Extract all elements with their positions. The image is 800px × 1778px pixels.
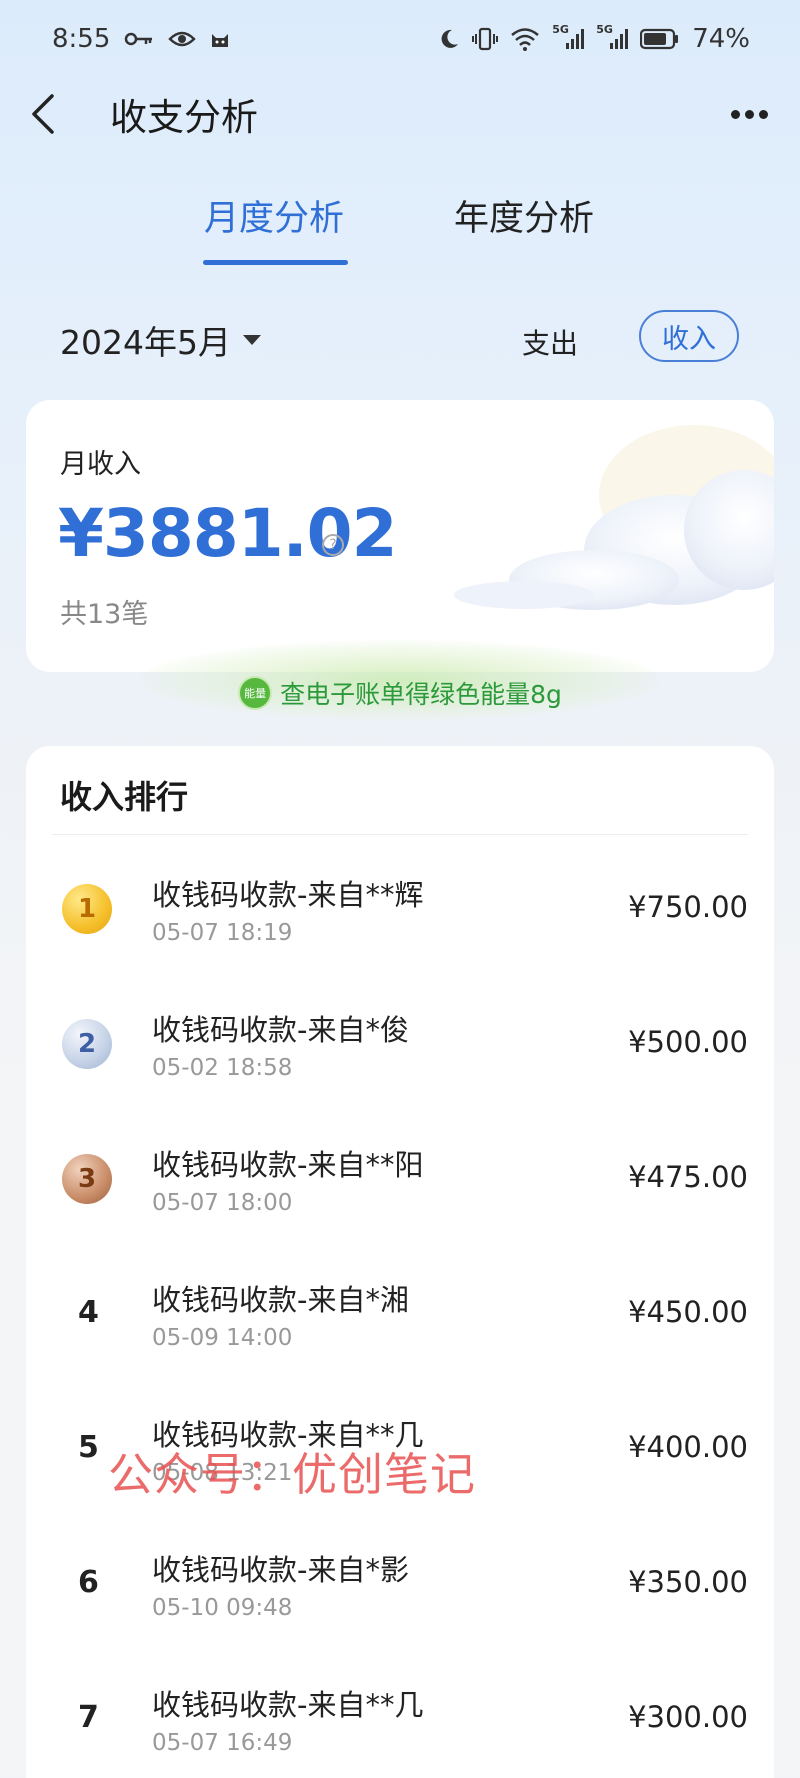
status-right: 5G 5G 74%: [438, 23, 750, 54]
month-selector[interactable]: 2024年5月: [60, 316, 261, 364]
status-left: 8:55: [52, 24, 230, 54]
row-amount: ¥475.00: [628, 1160, 748, 1194]
row-title: 收钱码收款-来自*影: [152, 1553, 409, 1587]
row-time: 05-02 18:58: [152, 1055, 293, 1081]
cat-icon: [210, 29, 230, 49]
row-title: 收钱码收款-来自**辉: [152, 878, 424, 912]
rank-number: 6: [78, 1565, 99, 1600]
transaction-count: 共13笔: [60, 599, 149, 630]
caret-down-icon: [242, 335, 261, 345]
signal-icon-2: 5G: [596, 23, 629, 51]
ranking-row[interactable]: 1 收钱码收款-来自**辉 05-07 18:19 ¥750.00: [26, 854, 774, 989]
expense-toggle[interactable]: 支出: [522, 322, 578, 362]
ranking-title: 收入排行: [60, 778, 189, 816]
month-label: 2024年5月: [60, 323, 231, 362]
summary-amount: ¥3881.02: [58, 495, 398, 572]
analysis-tabs: 月度分析 年度分析: [0, 182, 800, 272]
silver-medal-icon: 2: [62, 1019, 112, 1069]
back-button[interactable]: [28, 89, 68, 139]
more-dot-icon: [731, 109, 740, 119]
income-ranking-card: 收入排行 1 收钱码收款-来自**辉 05-07 18:19 ¥750.00 2…: [26, 746, 774, 1778]
watermark-text: 公众号：优创笔记: [108, 1448, 477, 1501]
more-options-button[interactable]: [727, 100, 772, 129]
network-type-2: 5G: [596, 23, 613, 36]
wifi-icon: [510, 27, 540, 51]
help-icon[interactable]: ?: [322, 534, 344, 556]
ranking-divider: [52, 834, 748, 835]
more-dot-icon: [759, 109, 768, 119]
ranking-row[interactable]: 2 收钱码收款-来自*俊 05-02 18:58 ¥500.00: [26, 989, 774, 1124]
tab-yearly[interactable]: 年度分析: [454, 190, 594, 241]
row-time: 05-09 14:00: [152, 1325, 293, 1351]
ranking-row[interactable]: 3 收钱码收款-来自**阳 05-07 18:00 ¥475.00: [26, 1124, 774, 1259]
page-title: 收支分析: [110, 96, 258, 139]
battery-icon: [640, 28, 680, 50]
gold-medal-icon: 1: [62, 884, 112, 934]
summary-label: 月收入: [60, 449, 141, 480]
energy-badge-icon: 能量: [238, 676, 273, 710]
ranking-row[interactable]: 6 收钱码收款-来自*影 05-10 09:48 ¥350.00: [26, 1529, 774, 1664]
vibrate-icon: [472, 27, 499, 51]
row-title: 收钱码收款-来自**几: [152, 1688, 424, 1722]
green-energy-banner[interactable]: 能量 查电子账单得绿色能量8g: [0, 672, 800, 714]
ranking-row[interactable]: 7 收钱码收款-来自**几 05-07 16:49 ¥300.00: [26, 1664, 774, 1778]
network-type-1: 5G: [552, 23, 569, 36]
row-amount: ¥500.00: [628, 1025, 748, 1059]
monthly-income-card: 月收入 ¥3881.02 ? 共13笔: [26, 400, 774, 672]
rank-number: 4: [78, 1295, 99, 1330]
row-time: 05-07 18:19: [152, 920, 293, 946]
row-time: 05-07 16:49: [152, 1730, 293, 1756]
income-toggle[interactable]: 收入: [639, 310, 739, 362]
row-time: 05-10 09:48: [152, 1595, 293, 1621]
chevron-left-icon: [32, 94, 54, 134]
row-amount: ¥350.00: [628, 1565, 748, 1599]
key-icon: [124, 31, 154, 47]
rank-number: 5: [78, 1430, 99, 1465]
bronze-medal-icon: 3: [62, 1154, 112, 1204]
row-amount: ¥300.00: [628, 1700, 748, 1734]
more-dot-icon: [745, 109, 754, 119]
moon-icon: [438, 28, 460, 50]
signal-icon-1: 5G: [552, 23, 585, 51]
ranking-row[interactable]: 4 收钱码收款-来自*湘 05-09 14:00 ¥450.00: [26, 1259, 774, 1394]
row-amount: ¥750.00: [628, 890, 748, 924]
tab-monthly[interactable]: 月度分析: [204, 190, 344, 241]
battery-percent: 74%: [692, 24, 750, 54]
eye-icon: [168, 30, 197, 48]
row-amount: ¥400.00: [628, 1430, 748, 1464]
row-title: 收钱码收款-来自*湘: [152, 1283, 409, 1317]
row-time: 05-07 18:00: [152, 1190, 293, 1216]
row-amount: ¥450.00: [628, 1295, 748, 1329]
row-title: 收钱码收款-来自*俊: [152, 1013, 409, 1047]
status-bar: 8:55 5G 5G 74%: [0, 0, 800, 78]
row-title: 收钱码收款-来自**阳: [152, 1148, 424, 1182]
rank-number: 7: [78, 1700, 99, 1735]
energy-text: 查电子账单得绿色能量8g: [280, 680, 562, 709]
filter-bar: 2024年5月 支出 收入: [0, 310, 800, 370]
status-time: 8:55: [52, 24, 111, 54]
cloud-decoration-icon: [454, 425, 774, 610]
app-header: 收支分析: [0, 78, 800, 150]
tab-indicator: [203, 260, 348, 265]
